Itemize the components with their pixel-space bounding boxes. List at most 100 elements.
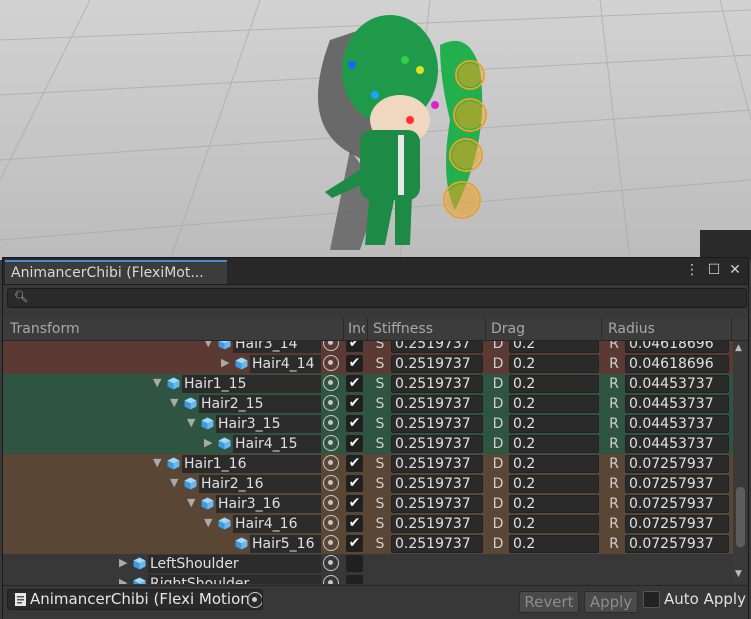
object-picker-icon[interactable] bbox=[247, 592, 262, 608]
drag-field[interactable]: 0.2 bbox=[509, 495, 599, 513]
include-checkbox[interactable] bbox=[346, 575, 363, 584]
table-row[interactable]: ▶ RightShoulder bbox=[3, 574, 733, 584]
object-picker-icon[interactable] bbox=[323, 395, 339, 411]
maximize-icon[interactable]: ☐ bbox=[705, 261, 723, 279]
drag-field[interactable]: 0.2 bbox=[509, 375, 599, 393]
drag-field[interactable]: 0.2 bbox=[509, 515, 599, 533]
expanded-arrow-icon[interactable]: ▼ bbox=[170, 396, 178, 409]
radius-field[interactable]: 0.04453737 bbox=[625, 435, 729, 453]
include-checkbox[interactable]: ✔ bbox=[346, 495, 363, 512]
drag-field[interactable]: 0.2 bbox=[509, 341, 599, 353]
close-icon[interactable]: ✕ bbox=[726, 261, 744, 279]
object-picker-icon[interactable] bbox=[323, 455, 339, 471]
column-include[interactable]: Inc bbox=[348, 321, 365, 337]
collapsed-arrow-icon[interactable]: ▶ bbox=[119, 576, 127, 584]
radius-field[interactable]: 0.04453737 bbox=[625, 375, 729, 393]
drag-field[interactable]: 0.2 bbox=[509, 455, 599, 473]
collapsed-arrow-icon[interactable]: ▶ bbox=[119, 556, 127, 569]
expanded-arrow-icon[interactable]: ▼ bbox=[153, 456, 161, 469]
stiffness-field[interactable]: 0.2519737 bbox=[391, 341, 483, 353]
drag-field[interactable]: 0.2 bbox=[509, 475, 599, 493]
expanded-arrow-icon[interactable]: ▼ bbox=[170, 476, 178, 489]
table-row[interactable]: ▼ Hair3_15 ✔ S 0.2519737 D 0.2 R 0.04453737 bbox=[3, 414, 733, 434]
stiffness-field[interactable]: 0.2519737 bbox=[391, 355, 483, 373]
expanded-arrow-icon[interactable]: ▼ bbox=[204, 341, 212, 349]
column-stiffness[interactable]: Stiffness bbox=[373, 321, 483, 337]
table-row[interactable]: Hair5_16 ✔ S 0.2519737 D 0.2 R 0.07257937 bbox=[3, 534, 733, 554]
drag-field[interactable]: 0.2 bbox=[509, 535, 599, 553]
radius-field[interactable]: 0.04618696 bbox=[625, 341, 729, 353]
radius-field[interactable]: 0.07257937 bbox=[625, 475, 729, 493]
collapsed-arrow-icon[interactable]: ▶ bbox=[204, 436, 212, 449]
include-checkbox[interactable]: ✔ bbox=[346, 515, 363, 532]
include-checkbox[interactable]: ✔ bbox=[346, 375, 363, 392]
expanded-arrow-icon[interactable]: ▼ bbox=[204, 516, 212, 529]
revert-button[interactable]: Revert bbox=[519, 591, 579, 613]
object-picker-icon[interactable] bbox=[323, 355, 339, 371]
object-picker-icon[interactable] bbox=[323, 475, 339, 491]
stiffness-field[interactable]: 0.2519737 bbox=[391, 435, 483, 453]
window-tab[interactable]: AnimancerChibi (FlexiMot... bbox=[5, 260, 227, 284]
include-checkbox[interactable] bbox=[346, 555, 363, 572]
stiffness-field[interactable]: 0.2519737 bbox=[391, 475, 483, 493]
table-row[interactable]: ▶ LeftShoulder bbox=[3, 554, 733, 574]
drag-field[interactable]: 0.2 bbox=[509, 395, 599, 413]
radius-field[interactable]: 0.07257937 bbox=[625, 535, 729, 553]
table-row[interactable]: ▼ Hair1_16 ✔ S 0.2519737 D 0.2 R 0.07257937 bbox=[3, 454, 733, 474]
object-picker-icon[interactable] bbox=[323, 535, 339, 551]
stiffness-field[interactable]: 0.2519737 bbox=[391, 415, 483, 433]
column-transform[interactable]: Transform bbox=[10, 321, 340, 337]
expanded-arrow-icon[interactable]: ▼ bbox=[187, 416, 195, 429]
stiffness-field[interactable]: 0.2519737 bbox=[391, 495, 483, 513]
include-checkbox[interactable]: ✔ bbox=[346, 475, 363, 492]
target-object-field[interactable]: AnimancerChibi (Flexi Motion bbox=[7, 589, 263, 610]
include-checkbox[interactable]: ✔ bbox=[346, 395, 363, 412]
object-picker-icon[interactable] bbox=[323, 341, 339, 351]
stiffness-field[interactable]: 0.2519737 bbox=[391, 515, 483, 533]
drag-field[interactable]: 0.2 bbox=[509, 435, 599, 453]
include-checkbox[interactable]: ✔ bbox=[346, 535, 363, 552]
radius-field[interactable]: 0.07257937 bbox=[625, 495, 729, 513]
radius-field[interactable]: 0.04453737 bbox=[625, 395, 729, 413]
object-picker-icon[interactable] bbox=[323, 495, 339, 511]
apply-button[interactable]: Apply bbox=[584, 591, 638, 613]
radius-field[interactable]: 0.04453737 bbox=[625, 415, 729, 433]
auto-apply-checkbox[interactable] bbox=[643, 591, 660, 608]
include-checkbox[interactable]: ✔ bbox=[346, 455, 363, 472]
include-checkbox[interactable]: ✔ bbox=[346, 415, 363, 432]
object-picker-icon[interactable] bbox=[323, 375, 339, 391]
table-row[interactable]: ▼ Hair3_14 ✔ S 0.2519737 D 0.2 R 0.04618696 bbox=[3, 341, 733, 354]
scrollbar-thumb[interactable] bbox=[736, 487, 745, 547]
object-picker-icon[interactable] bbox=[323, 415, 339, 431]
expanded-arrow-icon[interactable]: ▼ bbox=[153, 376, 161, 389]
scene-view[interactable] bbox=[0, 0, 751, 260]
table-row[interactable]: ▼ Hair2_16 ✔ S 0.2519737 D 0.2 R 0.07257937 bbox=[3, 474, 733, 494]
radius-field[interactable]: 0.04618696 bbox=[625, 355, 729, 373]
kebab-icon[interactable]: ⋮ bbox=[683, 261, 701, 279]
object-picker-icon[interactable] bbox=[323, 435, 339, 451]
table-row[interactable]: ▶ Hair4_15 ✔ S 0.2519737 D 0.2 R 0.04453737 bbox=[3, 434, 733, 454]
stiffness-field[interactable]: 0.2519737 bbox=[391, 375, 483, 393]
collapsed-arrow-icon[interactable]: ▶ bbox=[221, 356, 229, 369]
table-row[interactable]: ▼ Hair1_15 ✔ S 0.2519737 D 0.2 R 0.04453737 bbox=[3, 374, 733, 394]
radius-field[interactable]: 0.07257937 bbox=[625, 455, 729, 473]
stiffness-field[interactable]: 0.2519737 bbox=[391, 535, 483, 553]
include-checkbox[interactable]: ✔ bbox=[346, 341, 363, 352]
include-checkbox[interactable]: ✔ bbox=[346, 355, 363, 372]
stiffness-field[interactable]: 0.2519737 bbox=[391, 455, 483, 473]
scroll-down-icon[interactable]: ▼ bbox=[735, 569, 742, 579]
scroll-up-icon[interactable]: ▲ bbox=[735, 343, 742, 353]
column-drag[interactable]: Drag bbox=[491, 321, 601, 337]
table-row[interactable]: ▼ Hair2_15 ✔ S 0.2519737 D 0.2 R 0.04453737 bbox=[3, 394, 733, 414]
drag-field[interactable]: 0.2 bbox=[509, 415, 599, 433]
stiffness-field[interactable]: 0.2519737 bbox=[391, 395, 483, 413]
object-picker-icon[interactable] bbox=[323, 575, 339, 584]
expanded-arrow-icon[interactable]: ▼ bbox=[187, 496, 195, 509]
radius-field[interactable]: 0.07257937 bbox=[625, 515, 729, 533]
table-row[interactable]: ▶ Hair4_14 ✔ S 0.2519737 D 0.2 R 0.04618696 bbox=[3, 354, 733, 374]
table-row[interactable]: ▼ Hair3_16 ✔ S 0.2519737 D 0.2 R 0.07257937 bbox=[3, 494, 733, 514]
vertical-scrollbar[interactable]: ▲ ▼ bbox=[733, 341, 747, 584]
object-picker-icon[interactable] bbox=[323, 555, 339, 571]
drag-field[interactable]: 0.2 bbox=[509, 355, 599, 373]
include-checkbox[interactable]: ✔ bbox=[346, 435, 363, 452]
